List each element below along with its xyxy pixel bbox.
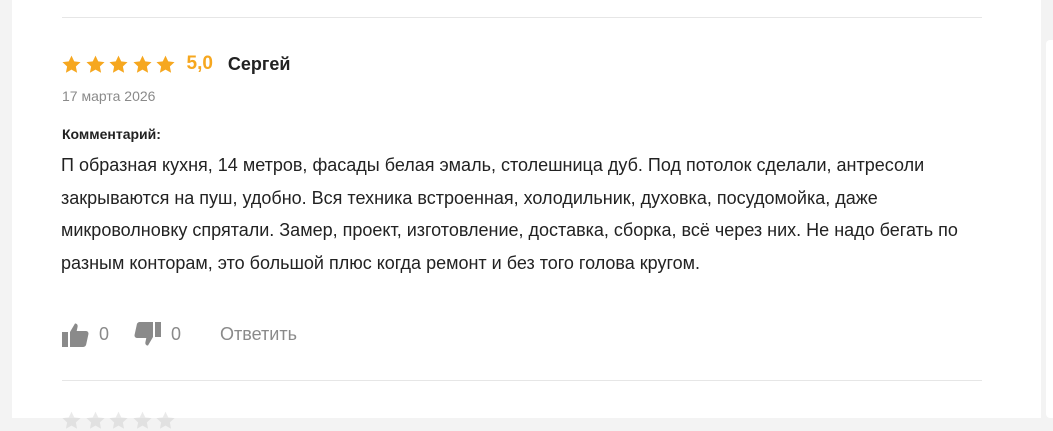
review-header: 5,0 Сергей <box>61 52 291 76</box>
thumbs-up-icon <box>62 322 89 347</box>
comment-text: П образная кухня, 14 метров, фасады бела… <box>61 155 958 273</box>
review-actions: 0 0 Ответить <box>62 320 297 348</box>
thumbs-down-icon <box>134 321 162 347</box>
rating-value: 5,0 <box>186 53 213 74</box>
star-icon <box>61 410 82 431</box>
dislike-button[interactable]: 0 <box>134 320 181 348</box>
reply-button[interactable]: Ответить <box>220 320 297 348</box>
rating-stars <box>61 54 179 75</box>
bottom-divider <box>62 380 982 381</box>
star-icon <box>132 410 153 431</box>
like-button[interactable]: 0 <box>62 320 109 348</box>
star-icon <box>108 54 129 75</box>
side-panel-edge <box>1046 40 1053 418</box>
review-date: 17 марта 2026 <box>62 88 156 104</box>
next-review-stars <box>61 410 179 431</box>
star-icon <box>155 410 176 431</box>
dislike-count: 0 <box>171 324 182 344</box>
top-divider <box>62 17 982 18</box>
star-icon <box>155 54 176 75</box>
comment-label: Комментарий: <box>62 126 161 142</box>
star-icon <box>61 54 82 75</box>
star-icon <box>108 410 129 431</box>
author-name: Сергей <box>227 54 291 74</box>
like-count: 0 <box>99 324 110 344</box>
star-icon <box>85 410 106 431</box>
star-icon <box>132 54 153 75</box>
star-icon <box>85 54 106 75</box>
